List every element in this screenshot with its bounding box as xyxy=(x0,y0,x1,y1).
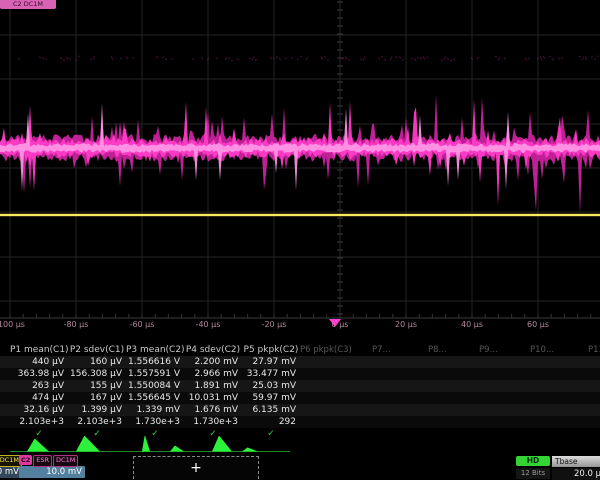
measurement-value: 25.03 mV xyxy=(242,380,296,392)
time-axis-label: -100 µs xyxy=(0,320,25,329)
measurement-value: 474 µV xyxy=(10,392,64,404)
table-row: 363.98 µV 156.308 µV 1.557591 V 2.966 mV 33.… xyxy=(0,368,600,380)
time-axis-label: -60 µs xyxy=(130,320,155,329)
trace-annotation-badge: C2 DC1M xyxy=(0,0,56,9)
measurement-value: 10.031 mV xyxy=(184,392,238,404)
measurement-value: 33.477 mV xyxy=(242,368,296,380)
measurement-value: 1.550084 V xyxy=(126,380,180,392)
measurement-value: 156.308 µV xyxy=(68,368,122,380)
time-axis-label: -40 µs xyxy=(196,320,221,329)
measurement-value: 440 µV xyxy=(10,356,64,368)
measurement-value: 155 µV xyxy=(68,380,122,392)
plus-icon: + xyxy=(190,460,202,476)
measurement-value: 1.730e+3 xyxy=(184,416,238,428)
measurement-value: 1.557591 V xyxy=(126,368,180,380)
measurement-header-empty[interactable]: P7... xyxy=(372,344,391,356)
measurement-value: 2.200 mV xyxy=(184,356,238,368)
measurement-header-empty[interactable]: P9... xyxy=(479,344,498,356)
measurement-value: 160 µV xyxy=(68,356,122,368)
c2-scale-value: 10.0 mV xyxy=(19,466,85,478)
hd-mode-indicator[interactable]: HD 12 Bits xyxy=(516,456,550,479)
graticule: C2 DC1M -100 µs-80 µs-60 µs-40 µs-20 µs0… xyxy=(0,0,600,340)
measurement-value: 2.966 mV xyxy=(184,368,238,380)
measurement-header[interactable]: P1 mean(C1) xyxy=(10,344,68,356)
measurement-value: 1.676 mV xyxy=(184,404,238,416)
timebase-value: 20.0 µs xyxy=(552,468,600,480)
measurement-value: 1.399 µV xyxy=(68,404,122,416)
measurement-value: 6.135 mV xyxy=(242,404,296,416)
add-trace-button[interactable]: + xyxy=(133,456,259,480)
measurement-value: 1.556616 V xyxy=(126,356,180,368)
table-row: 474 µV 167 µV 1.556645 V 10.031 mV 59.97 mV xyxy=(0,392,600,404)
measurement-header[interactable]: P2 sdev(C1) xyxy=(68,344,126,356)
time-axis-label: -80 µs xyxy=(64,320,89,329)
oscilloscope-screen: C2 DC1M -100 µs-80 µs-60 µs-40 µs-20 µs0… xyxy=(0,0,600,480)
timebase-title: Tbase xyxy=(552,456,600,467)
time-axis-label: 40 µs xyxy=(461,320,483,329)
table-row: 32.16 µV 1.399 µV 1.339 mV 1.676 mV 6.135 mV xyxy=(0,404,600,416)
channel-badge: C2 xyxy=(19,455,32,465)
histicon[interactable] xyxy=(170,446,184,452)
descriptor-bar: DC1M 0 mV C2ESRDC1M 10.0 mV + HD 12 Bits… xyxy=(0,454,600,480)
c2-trace xyxy=(0,103,600,190)
time-axis-label: 60 µs xyxy=(527,320,549,329)
measurement-value: 2.103e+3 xyxy=(10,416,64,428)
measurement-value: 167 µV xyxy=(68,392,122,404)
histicon[interactable] xyxy=(76,436,100,452)
measurement-value: 27.97 mV xyxy=(242,356,296,368)
waveform-display xyxy=(0,0,600,340)
measurement-header-empty[interactable]: P11... xyxy=(588,344,600,356)
table-row: 263 µV 155 µV 1.550084 V 1.891 mV 25.03 mV xyxy=(0,380,600,392)
table-row: 2.103e+3 2.103e+3 1.730e+3 1.730e+3 292 xyxy=(0,416,600,428)
measurement-value: 263 µV xyxy=(10,380,64,392)
measurement-value: 59.97 mV xyxy=(242,392,296,404)
measurement-value: 292 xyxy=(242,416,296,428)
measurement-histicons xyxy=(0,436,600,454)
measurement-value: 2.103e+3 xyxy=(68,416,122,428)
histicon[interactable] xyxy=(142,436,150,452)
measurement-header-empty[interactable]: P8... xyxy=(428,344,447,356)
table-row: 440 µV 160 µV 1.556616 V 2.200 mV 27.97 mV xyxy=(0,356,600,368)
timebase-descriptor[interactable]: Tbase 20.0 µs xyxy=(552,456,600,480)
measurement-value: 1.339 mV xyxy=(126,404,180,416)
histicon[interactable] xyxy=(212,436,232,452)
histicon[interactable] xyxy=(27,439,49,452)
measurement-header[interactable]: P5 pkpk(C2) xyxy=(242,344,300,356)
hd-bits-label: 12 Bits xyxy=(516,468,550,479)
hd-badge: HD xyxy=(516,456,550,466)
measurement-value: 1.891 mV xyxy=(184,380,238,392)
time-axis-label: -20 µs xyxy=(262,320,287,329)
channel-c2-descriptor[interactable]: C2ESRDC1M 10.0 mV xyxy=(19,455,85,479)
measurement-value: 363.98 µV xyxy=(10,368,64,380)
trigger-position-marker[interactable] xyxy=(329,319,341,327)
measurement-value: 32.16 µV xyxy=(10,404,64,416)
histicon[interactable] xyxy=(242,448,258,452)
measurement-value: 1.556645 V xyxy=(126,392,180,404)
measurement-header-empty[interactable]: P10... xyxy=(530,344,554,356)
measurement-value: 1.730e+3 xyxy=(126,416,180,428)
measurement-table: P1 mean(C1)P2 sdev(C1)P3 mean(C2)P4 sdev… xyxy=(0,344,600,442)
time-axis-label: 20 µs xyxy=(395,320,417,329)
measurement-header[interactable]: P3 mean(C2) xyxy=(126,344,184,356)
measurement-header[interactable]: P4 sdev(C2) xyxy=(184,344,242,356)
measurement-header-empty[interactable]: P6 pkpk(C3) xyxy=(300,344,352,356)
c2-badges: C2ESRDC1M xyxy=(19,455,85,465)
